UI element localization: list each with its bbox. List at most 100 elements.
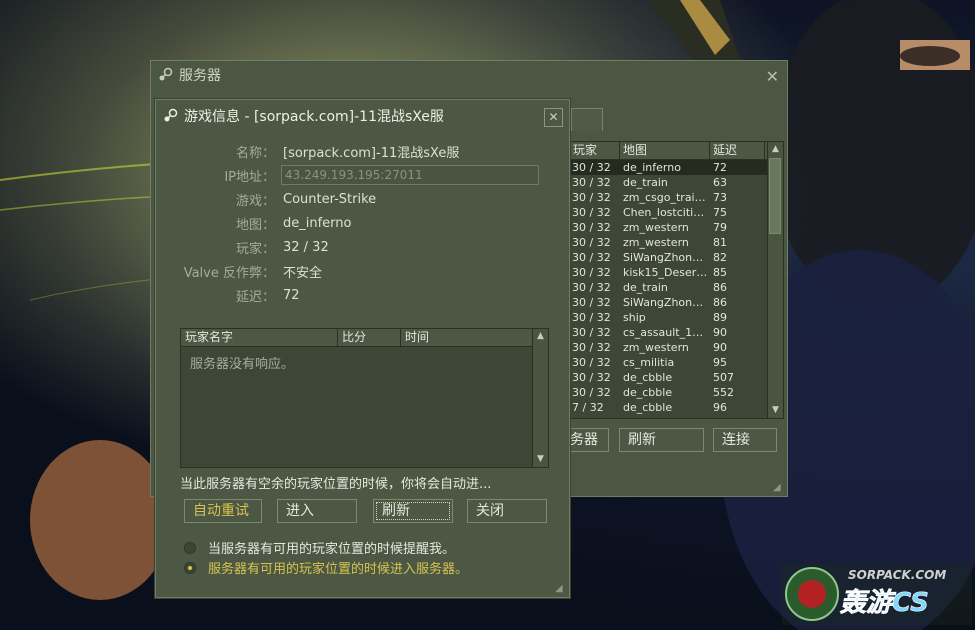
- steam-icon: [159, 67, 173, 81]
- server-players-cell: 30 / 32: [572, 326, 611, 339]
- server-map-cell: zm_western: [623, 236, 689, 249]
- server-players-cell: 30 / 32: [572, 161, 611, 174]
- server-row[interactable]: 30 / 32 de_train 63: [570, 175, 783, 190]
- player-list-scrollbar[interactable]: ▲ ▼: [532, 329, 548, 467]
- close-icon[interactable]: ✕: [766, 67, 779, 86]
- server-map-cell: SiWangZhongXin: [623, 296, 710, 309]
- server-row[interactable]: 30 / 32 SiWangZhongXin 82: [570, 250, 783, 265]
- server-row[interactable]: 30 / 32 zm_western 90: [570, 340, 783, 355]
- server-map-cell: de_train: [623, 176, 668, 189]
- server-row[interactable]: 30 / 32 de_inferno 72: [570, 160, 783, 175]
- server-players-cell: 30 / 32: [572, 206, 611, 219]
- connect-button[interactable]: 连接: [713, 428, 777, 452]
- scroll-down-icon[interactable]: ▼: [533, 452, 548, 467]
- game-info-titlebar[interactable]: 游戏信息 - [sorpack.com]-11混战sXe服: [156, 100, 569, 132]
- server-row[interactable]: 30 / 32 de_cbble 552: [570, 385, 783, 400]
- column-score[interactable]: 比分: [338, 329, 401, 346]
- server-ping-cell: 552: [713, 386, 734, 399]
- scroll-thumb[interactable]: [769, 158, 781, 234]
- server-row[interactable]: 30 / 32 ship 89: [570, 310, 783, 325]
- radio-notify-option[interactable]: 当服务器有可用的玩家位置的时候提醒我。: [184, 538, 455, 557]
- server-map-cell: SiWangZhongXin: [623, 251, 710, 264]
- game-info-title: 游戏信息 - [sorpack.com]-11混战sXe服: [184, 109, 444, 125]
- server-row[interactable]: 30 / 32 Chen_lostcities1 75: [570, 205, 783, 220]
- server-ping-cell: 72: [713, 161, 727, 174]
- server-row[interactable]: 30 / 32 de_cbble 507: [570, 370, 783, 385]
- game-label: 游戏：: [235, 193, 275, 209]
- column-player-name[interactable]: 玩家名字: [181, 329, 338, 346]
- server-row[interactable]: 30 / 32 zm_western 81: [570, 235, 783, 250]
- server-map-cell: de_inferno: [623, 161, 681, 174]
- scroll-down-icon[interactable]: ▼: [768, 403, 783, 418]
- server-ping-cell: 81: [713, 236, 727, 249]
- server-row[interactable]: 30 / 32 cs_assault_1337 90: [570, 325, 783, 340]
- server-map-cell: de_cbble: [623, 371, 673, 384]
- server-ping-cell: 63: [713, 176, 727, 189]
- radio-join[interactable]: [184, 561, 196, 574]
- server-list-scrollbar[interactable]: ▲ ▼: [767, 142, 783, 418]
- server-map-cell: ship: [623, 311, 646, 324]
- server-ping-cell: 86: [713, 281, 727, 294]
- server-browser-titlebar[interactable]: 服务器: [151, 61, 787, 89]
- server-players-cell: 30 / 32: [572, 371, 611, 384]
- server-row[interactable]: 30 / 32 zm_western 79: [570, 220, 783, 235]
- server-ping-cell: 73: [713, 191, 727, 204]
- server-players-cell: 7 / 32: [572, 401, 604, 414]
- server-players-cell: 30 / 32: [572, 341, 611, 354]
- column-map[interactable]: 地图: [620, 142, 710, 159]
- sorpack-logo: SORPACK.COM 轰游CS: [782, 563, 972, 625]
- logo-top-text: SORPACK.COM: [848, 568, 946, 582]
- radio-notify[interactable]: [184, 541, 196, 554]
- server-row[interactable]: 30 / 32 zm_csgo_train_... 73: [570, 190, 783, 205]
- column-players[interactable]: 玩家: [570, 142, 620, 159]
- column-ping[interactable]: 延迟: [710, 142, 765, 159]
- scroll-up-icon[interactable]: ▲: [533, 329, 548, 344]
- scroll-up-icon[interactable]: ▲: [768, 142, 783, 157]
- game-value: Counter-Strike: [283, 191, 377, 207]
- map-row: 地图： de_inferno: [156, 213, 556, 233]
- server-row[interactable]: 30 / 32 cs_militia 95: [570, 355, 783, 370]
- auto-retry-button[interactable]: 自动重试: [184, 499, 262, 523]
- column-time[interactable]: 时间: [401, 329, 531, 346]
- close-icon[interactable]: ✕: [544, 108, 563, 127]
- server-row[interactable]: 30 / 32 SiWangZhongXin 86: [570, 295, 783, 310]
- server-players-cell: 30 / 32: [572, 281, 611, 294]
- server-row[interactable]: 30 / 32 de_train 86: [570, 280, 783, 295]
- tab-partial[interactable]: [571, 108, 603, 131]
- auto-join-notice: 当此服务器有空余的玩家位置的时候，你将会自动进...: [180, 477, 492, 492]
- ping-row: 延迟： 72: [156, 285, 556, 305]
- close-button[interactable]: 关闭: [467, 499, 547, 523]
- server-players-cell: 30 / 32: [572, 266, 611, 279]
- server-players-cell: 30 / 32: [572, 311, 611, 324]
- server-players-cell: 30 / 32: [572, 251, 611, 264]
- server-row[interactable]: 30 / 32 kisk15_Desertfort85: [570, 265, 783, 280]
- server-map-cell: de_cbble: [623, 401, 673, 414]
- map-label: 地图：: [235, 217, 275, 233]
- logo-bottom-text: 轰游CS: [839, 588, 929, 618]
- refresh-button[interactable]: 刷新: [373, 499, 453, 523]
- server-list: 玩家 地图 延迟 30 / 32 de_inferno 72 30 / 32 de_tr…: [569, 141, 784, 419]
- join-button[interactable]: 进入: [277, 499, 357, 523]
- ping-label: 延迟：: [235, 289, 275, 305]
- server-row[interactable]: 7 / 32 de_cbble 96: [570, 400, 783, 415]
- server-map-cell: de_train: [623, 281, 668, 294]
- ip-label: IP地址：: [224, 169, 275, 185]
- server-list-rows: 30 / 32 de_inferno 72 30 / 32 de_train 63 30 /…: [570, 160, 783, 415]
- server-players-cell: 30 / 32: [572, 356, 611, 369]
- refresh-servers-button[interactable]: 刷新: [619, 428, 704, 452]
- game-row: 游戏： Counter-Strike: [156, 189, 556, 209]
- server-list-header: 玩家 地图 延迟: [570, 142, 783, 160]
- servers-button[interactable]: 务器: [569, 428, 609, 452]
- resize-grip-icon[interactable]: ◢: [773, 482, 785, 494]
- server-players-cell: 30 / 32: [572, 176, 611, 189]
- server-map-cell: zm_csgo_train_...: [623, 191, 710, 204]
- server-players-cell: 30 / 32: [572, 236, 611, 249]
- radio-notify-label: 当服务器有可用的玩家位置的时候提醒我。: [208, 542, 456, 557]
- server-ping-cell: 96: [713, 401, 727, 414]
- players-row: 玩家： 32 / 32: [156, 237, 556, 257]
- ip-address-field[interactable]: 43.249.193.195:27011: [281, 165, 539, 185]
- resize-grip-icon[interactable]: ◢: [555, 583, 567, 595]
- server-map-cell: zm_western: [623, 221, 689, 234]
- radio-join-option[interactable]: 服务器有可用的玩家位置的时候进入服务器。: [184, 558, 468, 577]
- name-label: 名称：: [235, 145, 275, 161]
